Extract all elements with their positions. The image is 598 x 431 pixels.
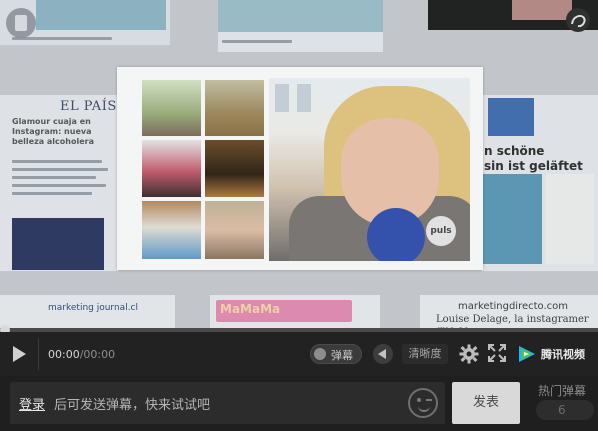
collage-photo	[36, 0, 166, 30]
hot-danmu-toggle[interactable]: 6	[536, 400, 594, 420]
collage-text-line	[12, 176, 96, 179]
danmu-bar: 登录 后可发送弹幕，快来试试吧 发表 热门弹幕 6	[0, 376, 598, 431]
collage-photo	[12, 218, 104, 270]
video-popup: puls	[117, 67, 483, 270]
publisher-logo	[488, 98, 534, 136]
video-player[interactable]: EL PAÍS Glamour cuaja en Instagram: nuev…	[0, 0, 598, 328]
gear-icon[interactable]	[459, 344, 479, 364]
lion-logo-icon	[566, 8, 590, 32]
collage-photo	[546, 174, 594, 264]
article-headline: n schöne sin ist geläftet	[484, 144, 583, 173]
time-current: 00:00	[48, 348, 80, 361]
collage-text-line	[12, 192, 92, 195]
tencent-video-logo-icon	[519, 346, 535, 362]
instagram-thumbnail	[205, 140, 264, 197]
play-icon[interactable]	[10, 345, 28, 363]
instagram-thumbnail	[142, 140, 201, 197]
instagram-thumbnail	[205, 80, 264, 136]
danmu-hint: 后可发送弹幕，快来试试吧	[54, 398, 211, 413]
danmu-input[interactable]: 登录 后可发送弹幕，快来试试吧	[10, 382, 445, 424]
brand-label: 腾讯视频	[541, 348, 585, 361]
time-display: 00:00/00:00	[48, 348, 116, 361]
collage-text-line	[12, 160, 102, 163]
instagram-thumbnail	[142, 201, 201, 259]
collage-text-line	[12, 184, 106, 187]
send-button[interactable]: 发表	[452, 382, 520, 424]
time-duration: 00:00	[83, 348, 116, 361]
interview-photo: puls	[269, 78, 470, 261]
toggle-knob	[314, 348, 326, 360]
volume-icon[interactable]	[373, 344, 393, 364]
collage-photo	[482, 174, 542, 264]
app-logo-icon	[6, 8, 36, 38]
collage-card	[218, 0, 383, 52]
danmu-toggle[interactable]: 弹幕	[310, 344, 362, 364]
banner-ad: MaMaMa	[216, 300, 352, 322]
login-link[interactable]: 登录	[19, 394, 45, 413]
journal-logo: marketing journal.cl	[48, 303, 138, 313]
instagram-thumbnail	[142, 80, 201, 136]
collage-text-line	[222, 40, 292, 43]
hot-danmu-label: 热门弹幕	[538, 384, 587, 398]
danmu-toggle-label: 弹幕	[331, 349, 353, 362]
collage-photo	[218, 0, 383, 32]
emoji-icon[interactable]	[408, 388, 438, 418]
marketingdirecto-logo: marketingdirecto.com	[458, 301, 569, 312]
quality-button[interactable]: 清晰度	[402, 344, 448, 364]
collage-text-line	[12, 168, 108, 171]
fullscreen-icon[interactable]	[488, 344, 506, 362]
control-bar: 00:00/00:00 弹幕 清晰度 腾讯视频	[0, 332, 598, 376]
microphone	[367, 208, 425, 261]
tencent-video-brand[interactable]: 腾讯视频	[517, 343, 597, 365]
divider	[38, 338, 39, 370]
puls-watermark: puls	[426, 216, 456, 246]
flame-icon: 6	[558, 403, 566, 417]
article-title: Glamour cuaja en Instagram: nueva bellez…	[12, 117, 94, 146]
collage-text-line	[12, 37, 112, 40]
instagram-thumbnail	[205, 201, 264, 259]
article-subtitle: Louise Delage, la instagramer que se	[436, 314, 589, 328]
elpais-masthead: EL PAÍS	[60, 99, 117, 114]
collage-photo	[512, 0, 572, 20]
